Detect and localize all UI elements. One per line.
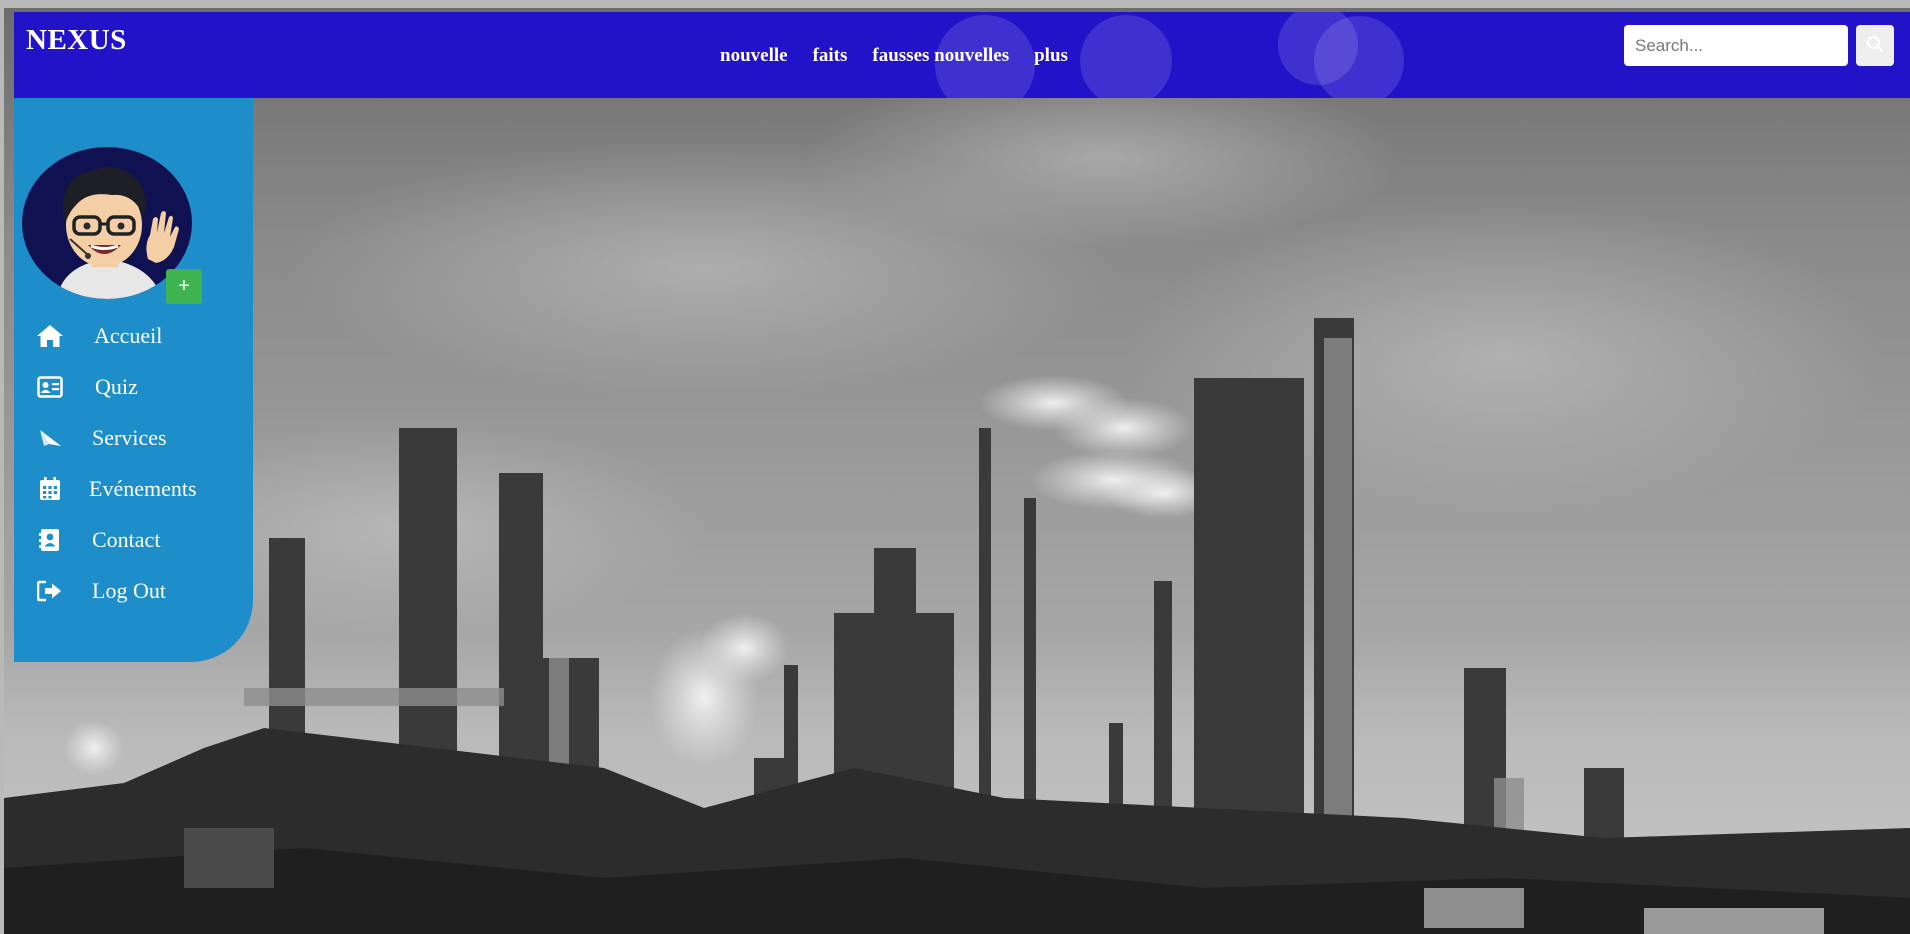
sidebar-item-quiz[interactable]: Quiz [14, 367, 253, 407]
sidebar-item-evenements[interactable]: Evénements [14, 469, 253, 509]
sidebar-item-label: Contact [92, 527, 161, 552]
calendar-icon [36, 476, 64, 502]
home-icon [36, 323, 64, 349]
decorative-bubble [1314, 16, 1404, 98]
sidebar-item-label: Services [92, 425, 167, 450]
address-book-icon [36, 527, 64, 553]
logout-icon [36, 578, 64, 604]
top-navbar: NEXUS nouvelle faits fausses nouvelles p… [14, 12, 1910, 98]
nav-link-plus[interactable]: plus [1034, 45, 1068, 67]
sidebar-item-services[interactable]: Services [14, 418, 253, 458]
main-nav: nouvelle faits fausses nouvelles plus [720, 45, 1068, 67]
sidebar-item-accueil[interactable]: Accueil [14, 316, 253, 356]
nav-link-nouvelle[interactable]: nouvelle [720, 45, 788, 67]
sidebar-item-label: Accueil [94, 323, 163, 348]
refinery-scene [4, 68, 1910, 934]
sidebar-item-label: Log Out [92, 578, 166, 603]
search-button[interactable] [1856, 25, 1894, 66]
search-input[interactable] [1624, 25, 1848, 66]
sidebar-item-contact[interactable]: Contact [14, 520, 253, 560]
sidebar-item-log-out[interactable]: Log Out [14, 571, 253, 611]
background-image [4, 8, 1910, 934]
sidebar-item-label: Quiz [95, 374, 138, 399]
sidebar-item-label: Evénements [89, 476, 197, 501]
paper-plane-icon [36, 425, 64, 451]
brand-logo[interactable]: NEXUS [26, 24, 127, 57]
decorative-bubble [1080, 15, 1172, 98]
search-icon [1866, 35, 1884, 56]
nav-link-faits[interactable]: faits [813, 45, 848, 67]
nav-link-fausses-nouvelles[interactable]: fausses nouvelles [872, 45, 1009, 67]
id-card-icon [36, 374, 64, 400]
add-avatar-button[interactable]: + [166, 269, 202, 304]
sidebar: + Accueil Quiz Services Evénements Conta… [14, 98, 253, 662]
